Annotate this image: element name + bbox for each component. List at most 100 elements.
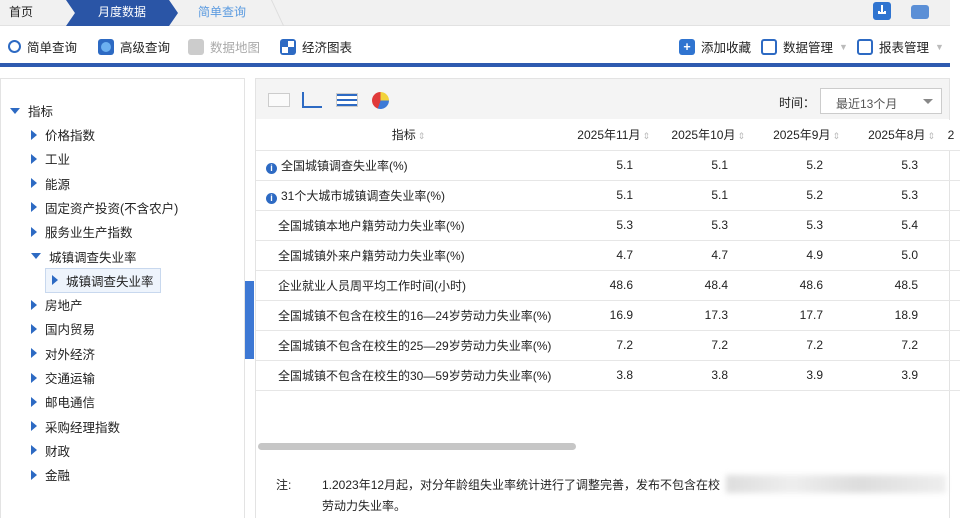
tree-item[interactable]: 国内贸易 xyxy=(31,319,95,338)
sort-icon[interactable]: ⇕ xyxy=(927,131,935,141)
tree-item[interactable]: 采购经理指数 xyxy=(31,417,120,436)
tree-item[interactable]: 服务业生产指数 xyxy=(31,222,133,241)
value-cell: 4.9 xyxy=(751,240,846,271)
caret-right-icon xyxy=(31,348,37,359)
table-view-icon[interactable] xyxy=(268,93,290,107)
value-cell: 5.1 xyxy=(561,150,656,181)
value-cell: 3.8 xyxy=(656,360,751,391)
add-favorite-button[interactable]: + 添加收藏 xyxy=(679,37,751,56)
indicator-cell: 全国城镇不包含在校生的16—24岁劳动力失业率(%) xyxy=(256,300,561,331)
tree-item[interactable]: 价格指数 xyxy=(31,125,95,144)
time-select[interactable]: 最近13个月 xyxy=(820,88,942,114)
value-cell: 17.3 xyxy=(656,300,751,331)
print-icon[interactable] xyxy=(911,5,929,19)
breadcrumb-divider xyxy=(258,0,285,26)
column-header[interactable]: 2 xyxy=(941,120,960,151)
tree-root[interactable]: 指标 xyxy=(10,101,53,120)
value-cell: 5.2 xyxy=(751,180,846,211)
tree-item[interactable]: 固定资产投资(不含农户) xyxy=(31,198,178,217)
info-icon[interactable]: i xyxy=(266,162,277,174)
econ-chart-button[interactable]: 经济图表 xyxy=(280,37,352,56)
horizontal-scrollbar[interactable] xyxy=(258,443,576,450)
report-management-menu[interactable]: 报表管理 ▼ xyxy=(857,37,944,56)
caret-right-icon xyxy=(31,299,37,310)
blurred-text xyxy=(726,475,946,493)
chevron-down-icon: ▼ xyxy=(935,41,944,52)
advanced-search-icon xyxy=(98,38,114,55)
sort-icon[interactable]: ⇕ xyxy=(832,131,840,141)
value-cell: 48.4 xyxy=(656,270,751,301)
caret-right-icon xyxy=(31,178,37,189)
tree-item[interactable]: 城镇调查失业率 xyxy=(31,247,137,266)
indicator-cell: 全国城镇外来户籍劳动力失业率(%) xyxy=(256,240,561,271)
table-row: 全国城镇外来户籍劳动力失业率(%) 4.7 4.7 4.9 5.0 xyxy=(256,240,960,271)
data-map-button[interactable]: 数据地图 xyxy=(188,37,260,56)
table-row: 全国城镇不包含在校生的30—59岁劳动力失业率(%) 3.8 3.8 3.9 3.9 xyxy=(256,360,960,391)
table-row: i 31个大城市城镇调查失业率(%) 5.1 5.1 5.2 5.3 xyxy=(256,180,960,211)
pie-chart-icon[interactable] xyxy=(372,92,389,109)
value-cell: 5.1 xyxy=(656,150,751,181)
tree-item[interactable]: 邮电通信 xyxy=(31,392,95,411)
tree-subitem-selected[interactable]: 城镇调查失业率 xyxy=(45,267,161,293)
table-row: 全国城镇本地户籍劳动力失业率(%) 5.3 5.3 5.3 5.4 xyxy=(256,210,960,241)
data-panel: 时间： 最近13个月 指标 ⇕ 2025年11月 ⇕ 2025年10月 ⇕ 2025年9月 ⇕… xyxy=(255,78,960,518)
chevron-down-icon xyxy=(923,99,933,104)
table-row: 企业就业人员周平均工作时间(小时) 48.6 48.4 48.6 48.5 xyxy=(256,270,960,301)
download-icon[interactable] xyxy=(873,2,891,20)
table-row: 全国城镇不包含在校生的16—24岁劳动力失业率(%) 16.9 17.3 17.7 18… xyxy=(256,300,960,331)
simple-query-button[interactable]: 简单查询 xyxy=(8,37,77,56)
caret-down-icon xyxy=(10,107,20,114)
sort-icon[interactable]: ⇕ xyxy=(642,131,650,141)
breadcrumb-monthly[interactable]: 月度数据 xyxy=(66,0,178,26)
chevron-down-icon: ▼ xyxy=(839,41,848,52)
value-cell: 48.6 xyxy=(561,270,656,301)
column-header[interactable]: 2025年9月 ⇕ xyxy=(751,120,846,151)
value-cell: 5.3 xyxy=(751,210,846,241)
caret-right-icon xyxy=(31,421,37,432)
value-cell: 7.2 xyxy=(751,330,846,361)
column-header[interactable]: 指标 ⇕ xyxy=(256,120,561,151)
sort-icon[interactable]: ⇕ xyxy=(418,131,426,141)
tree-item[interactable]: 房地产 xyxy=(31,295,83,314)
value-cell: 5.2 xyxy=(751,150,846,181)
indicator-cell: i 全国城镇调查失业率(%) xyxy=(256,150,561,181)
value-cell: 5.1 xyxy=(561,180,656,211)
value-cell: 4.7 xyxy=(656,240,751,271)
tree-item[interactable]: 工业 xyxy=(31,149,70,168)
caret-right-icon xyxy=(31,323,37,334)
advanced-query-button[interactable]: 高级查询 xyxy=(98,37,170,56)
value-cell: 5.1 xyxy=(656,180,751,211)
tree-item[interactable]: 金融 xyxy=(31,465,70,484)
tree-item[interactable]: 交通运输 xyxy=(31,368,95,387)
value-cell: 3.8 xyxy=(561,360,656,391)
caret-right-icon xyxy=(31,202,37,213)
caret-right-icon xyxy=(31,153,37,164)
value-cell: 17.7 xyxy=(751,300,846,331)
tree-item[interactable]: 能源 xyxy=(31,174,70,193)
column-header[interactable]: 2025年10月 ⇕ xyxy=(656,120,751,151)
splitter-handle[interactable] xyxy=(245,281,254,359)
breadcrumb-simple-query[interactable]: 简单查询 xyxy=(198,0,246,26)
breadcrumb: 首页 月度数据 简单查询 xyxy=(0,0,950,26)
indicator-cell: 企业就业人员周平均工作时间(小时) xyxy=(256,270,561,301)
data-management-menu[interactable]: 数据管理 ▼ xyxy=(761,37,848,56)
value-cell: 7.2 xyxy=(846,330,941,361)
bar-chart-icon[interactable] xyxy=(302,92,322,108)
toolbar: 简单查询 高级查询 数据地图 经济图表 + 添加收藏 数据管理 ▼ 报表管理 ▼ xyxy=(0,27,950,63)
caret-right-icon xyxy=(31,372,37,383)
tree-item[interactable]: 对外经济 xyxy=(31,344,95,363)
sort-icon[interactable]: ⇕ xyxy=(737,131,745,141)
column-header[interactable]: 2025年11月 ⇕ xyxy=(561,120,656,151)
value-cell: 7.2 xyxy=(656,330,751,361)
value-cell: 4.7 xyxy=(561,240,656,271)
horizontal-bar-icon[interactable] xyxy=(336,93,358,107)
caret-down-icon xyxy=(31,253,41,259)
caret-right-icon xyxy=(31,396,37,407)
value-cell: 3.9 xyxy=(751,360,846,391)
map-icon xyxy=(188,38,204,55)
info-icon[interactable]: i xyxy=(266,192,277,204)
breadcrumb-home[interactable]: 首页 xyxy=(9,0,33,26)
value-cell: 5.3 xyxy=(561,210,656,241)
tree-item[interactable]: 财政 xyxy=(31,441,70,460)
column-header[interactable]: 2025年8月 ⇕ xyxy=(846,120,941,151)
